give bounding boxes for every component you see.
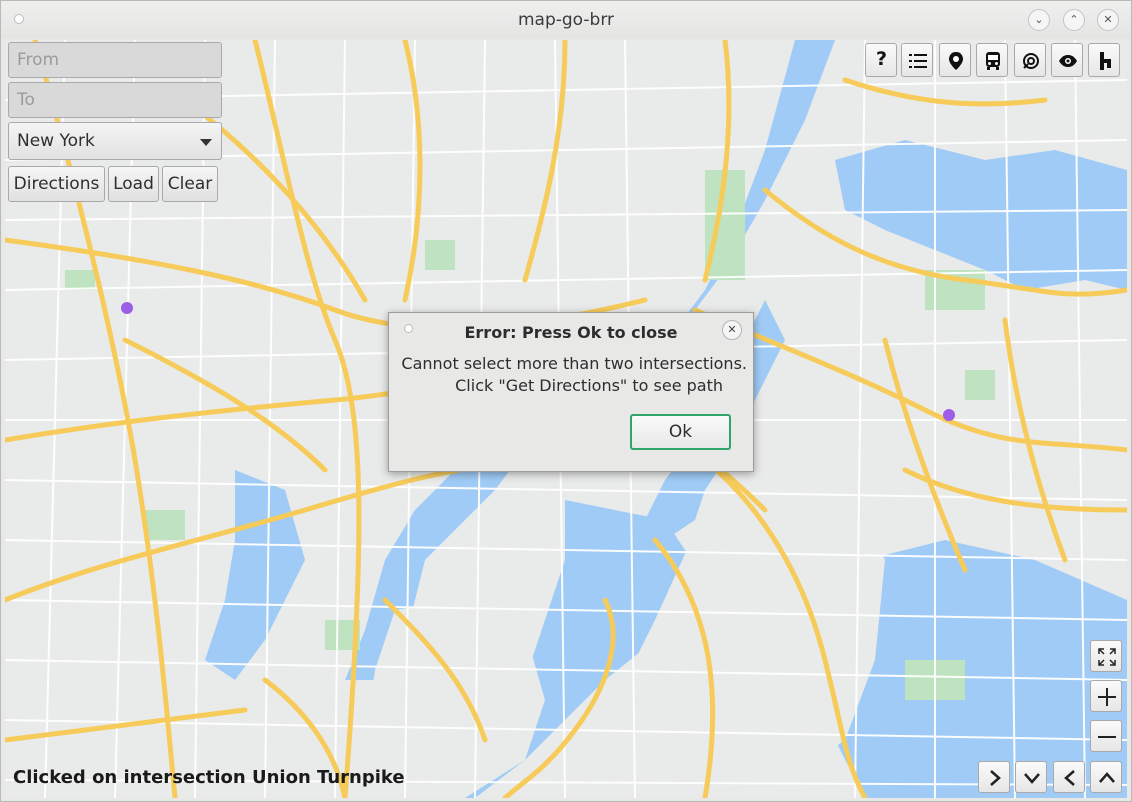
clear-button[interactable]: Clear xyxy=(162,166,218,202)
pan-right-button[interactable] xyxy=(978,761,1010,793)
directions-button[interactable]: Directions xyxy=(8,166,105,202)
status-text: Clicked on intersection Union Turnpike xyxy=(13,767,405,788)
pan-right-icon xyxy=(990,770,1001,786)
load-button[interactable]: Load xyxy=(108,166,159,202)
fullscreen-icon xyxy=(1098,648,1116,666)
location-button[interactable] xyxy=(939,43,971,77)
walk-button[interactable] xyxy=(1088,43,1120,77)
zoom-out-button[interactable] xyxy=(1090,720,1122,752)
transit-icon xyxy=(986,52,1000,70)
close-icon: ✕ xyxy=(727,323,737,336)
pan-left-button[interactable] xyxy=(1053,761,1085,793)
help-button[interactable]: ? xyxy=(865,43,897,77)
visibility-button[interactable] xyxy=(1051,43,1083,77)
list-icon xyxy=(909,54,927,68)
close-icon: ✕ xyxy=(1103,13,1113,26)
maximize-button[interactable]: ⌃ xyxy=(1063,9,1085,31)
pan-down-button[interactable] xyxy=(1015,761,1047,793)
location-pin-icon xyxy=(949,52,963,70)
city-select[interactable]: New York xyxy=(8,122,222,160)
ok-button[interactable]: Ok xyxy=(630,414,731,450)
dialog-message-line-1: Cannot select more than two intersection… xyxy=(401,354,747,373)
dialog-message: Cannot select more than two intersection… xyxy=(397,353,747,397)
dropdown-arrow-icon xyxy=(200,139,212,146)
from-input[interactable]: From xyxy=(8,42,222,78)
dialog-title: Error: Press Ok to close xyxy=(464,323,678,342)
window-title: map-go-brr xyxy=(517,10,614,30)
transit-button[interactable] xyxy=(976,43,1008,77)
eye-icon xyxy=(1059,55,1077,67)
dialog-message-line-2: Click "Get Directions" to see path xyxy=(455,376,723,395)
chevron-down-icon: ⌄ xyxy=(1034,13,1044,26)
chevron-up-icon: ⌃ xyxy=(1069,13,1079,26)
zoom-in-button[interactable] xyxy=(1090,680,1122,712)
error-dialog: Error: Press Ok to close ✕ Cannot select… xyxy=(388,312,754,472)
pan-left-icon xyxy=(1064,770,1075,786)
to-input[interactable]: To xyxy=(8,82,222,118)
title-bar[interactable]: map-go-brr ⌄ ⌃ ✕ xyxy=(1,1,1131,39)
zoom-out-icon xyxy=(1098,736,1116,738)
close-button[interactable]: ✕ xyxy=(1097,9,1119,31)
layers-button[interactable] xyxy=(1014,43,1046,77)
dialog-close-button[interactable]: ✕ xyxy=(722,320,742,340)
pedestrian-icon xyxy=(1100,52,1111,70)
app-window: map-go-brr ⌄ ⌃ ✕ From To New York Direct… xyxy=(0,0,1132,802)
help-icon: ? xyxy=(876,48,888,70)
minimize-button[interactable]: ⌄ xyxy=(1028,9,1050,31)
list-button[interactable] xyxy=(901,43,933,77)
fullscreen-button[interactable] xyxy=(1090,640,1122,672)
pan-up-button[interactable] xyxy=(1090,761,1122,793)
layers-icon xyxy=(1023,53,1039,69)
city-select-value: New York xyxy=(17,131,95,151)
pan-down-icon xyxy=(1024,773,1040,784)
pan-up-icon xyxy=(1099,772,1115,783)
zoom-in-icon xyxy=(1098,688,1116,706)
